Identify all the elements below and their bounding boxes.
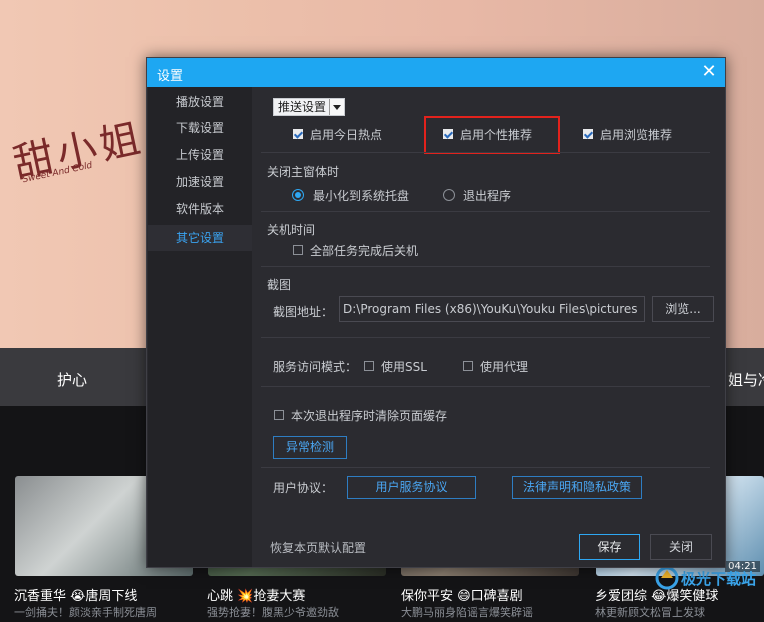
exit-program-radio[interactable] bbox=[443, 189, 455, 201]
settings-dialog: 设置 ✕ 播放设置 下载设置 上传设置 加速设置 软件版本 其它设置 推送设置 … bbox=[146, 57, 726, 568]
browse-recommend-label: 启用浏览推荐 bbox=[600, 128, 673, 142]
use-ssl-label: 使用SSL bbox=[381, 360, 427, 374]
divider bbox=[261, 337, 710, 338]
divider bbox=[261, 467, 710, 468]
push-settings-select[interactable]: 推送设置 bbox=[273, 98, 345, 116]
save-button[interactable]: 保存 bbox=[579, 534, 640, 560]
card-title[interactable]: 沉香重华 😭唐周下线 bbox=[14, 585, 137, 604]
exit-program-label: 退出程序 bbox=[463, 189, 512, 203]
legal-privacy-button[interactable]: 法律声明和隐私政策 bbox=[512, 476, 642, 499]
use-proxy-label: 使用代理 bbox=[480, 360, 529, 374]
anomaly-check-button[interactable]: 异常检测 bbox=[273, 436, 347, 459]
shutdown-after-tasks-label: 全部任务完成后关机 bbox=[310, 244, 419, 258]
divider bbox=[261, 211, 710, 212]
screenshot-path-field[interactable]: D:\Program Files (x86)\YouKu\Youku Files… bbox=[339, 296, 645, 322]
close-button[interactable]: 关闭 bbox=[650, 534, 712, 560]
card-title[interactable]: 心跳 💥抢妻大赛 bbox=[207, 585, 305, 604]
browse-button[interactable]: 浏览... bbox=[652, 296, 714, 322]
minimize-tray-radio[interactable] bbox=[292, 189, 304, 201]
select-value: 推送设置 bbox=[278, 100, 327, 114]
divider bbox=[261, 386, 710, 387]
card-title[interactable]: 保你平安 😄口碑喜剧 bbox=[401, 585, 523, 604]
banner-tab-right[interactable]: 姐与冷 bbox=[728, 369, 764, 390]
highlight-box bbox=[424, 116, 560, 154]
card-subtitle: 一剑捅夫！颜淡亲手制死唐周 bbox=[14, 606, 157, 619]
minimize-tray-label: 最小化到系统托盘 bbox=[313, 189, 410, 203]
clear-cache-checkbox[interactable] bbox=[274, 410, 284, 420]
close-main-heading: 关闭主窗体时 bbox=[267, 165, 340, 179]
use-proxy-checkbox[interactable] bbox=[463, 361, 473, 371]
card-subtitle: 强势抢妻！腹黑少爷邀劲敌 bbox=[207, 606, 339, 619]
user-service-agreement-button[interactable]: 用户服务协议 bbox=[347, 476, 476, 499]
screenshot-heading: 截图 bbox=[267, 278, 292, 292]
screenshot-path-label: 截图地址： bbox=[273, 305, 334, 319]
agreement-label: 用户协议： bbox=[273, 481, 334, 495]
settings-panel: 推送设置 启用今日热点 启用个性推荐 启用浏览推荐 关闭主窗体时 最小化到系统托… bbox=[147, 58, 725, 567]
chevron-down-icon[interactable] bbox=[329, 99, 344, 115]
today-hot-checkbox[interactable] bbox=[293, 129, 303, 139]
divider bbox=[261, 152, 710, 153]
use-ssl-checkbox[interactable] bbox=[364, 361, 374, 371]
watermark-text: 极光下载站 bbox=[681, 570, 756, 588]
clear-cache-label: 本次退出程序时清除页面缓存 bbox=[291, 409, 448, 423]
restore-defaults-link[interactable]: 恢复本页默认配置 bbox=[270, 539, 366, 556]
service-mode-label: 服务访问模式： bbox=[273, 360, 358, 374]
banner-tab-left[interactable]: 护心 bbox=[57, 369, 87, 390]
shutdown-heading: 关机时间 bbox=[267, 223, 316, 237]
divider bbox=[261, 266, 710, 267]
shutdown-after-tasks-checkbox[interactable] bbox=[293, 245, 303, 255]
today-hot-label: 启用今日热点 bbox=[310, 128, 383, 142]
card-subtitle: 林更新顾文松冒上发球 bbox=[595, 606, 705, 619]
browse-recommend-checkbox[interactable] bbox=[583, 129, 593, 139]
card-subtitle: 大鹏马丽身陷谣言爆笑辟谣 bbox=[401, 606, 533, 619]
